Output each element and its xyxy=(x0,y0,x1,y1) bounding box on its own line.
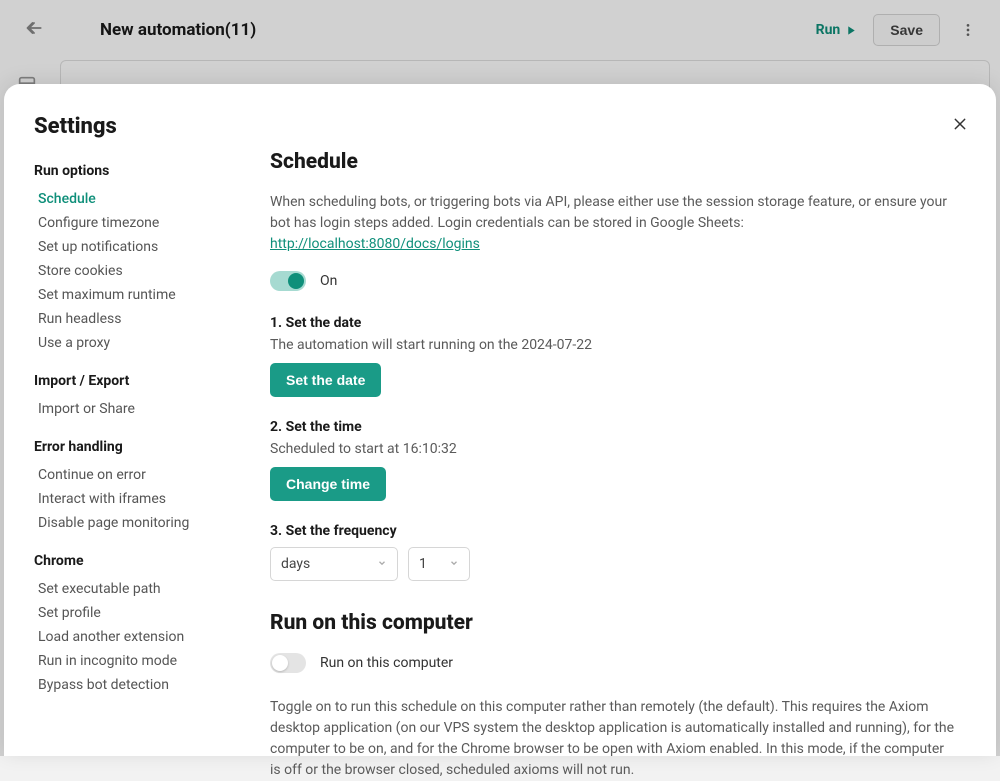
chevron-down-icon xyxy=(449,558,459,571)
run-computer-desc: Toggle on to run this schedule on this c… xyxy=(270,697,956,781)
sidebar-item-disable-page-monitoring[interactable]: Disable page monitoring xyxy=(34,511,266,535)
run-computer-toggle[interactable] xyxy=(270,653,306,673)
run-computer-title: Run on this computer xyxy=(270,611,956,635)
nav-section-error-handling: Error handling xyxy=(34,439,266,455)
sidebar-item-import-share[interactable]: Import or Share xyxy=(34,397,266,421)
nav-section-import-export: Import / Export xyxy=(34,373,266,389)
run-computer-toggle-label: Run on this computer xyxy=(320,655,453,671)
schedule-title: Schedule xyxy=(270,150,956,174)
change-time-button[interactable]: Change time xyxy=(270,467,386,501)
sidebar-item-store-cookies[interactable]: Store cookies xyxy=(34,259,266,283)
sidebar-item-continue-on-error[interactable]: Continue on error xyxy=(34,463,266,487)
step1-desc: The automation will start running on the… xyxy=(270,337,956,353)
sidebar-item-load-extension[interactable]: Load another extension xyxy=(34,625,266,649)
settings-title: Settings xyxy=(34,114,266,139)
schedule-desc-text: When scheduling bots, or triggering bots… xyxy=(270,194,947,231)
sidebar-item-bypass-detection[interactable]: Bypass bot detection xyxy=(34,673,266,697)
nav-section-chrome: Chrome xyxy=(34,553,266,569)
sidebar-item-run-headless[interactable]: Run headless xyxy=(34,307,266,331)
frequency-unit-select[interactable]: days xyxy=(270,547,398,581)
sidebar-item-max-runtime[interactable]: Set maximum runtime xyxy=(34,283,266,307)
close-icon[interactable] xyxy=(948,112,972,136)
step3-title: 3. Set the frequency xyxy=(270,523,956,539)
nav-section-run-options: Run options xyxy=(34,163,266,179)
sidebar-item-configure-timezone[interactable]: Configure timezone xyxy=(34,211,266,235)
chevron-down-icon xyxy=(377,558,387,571)
schedule-toggle-label: On xyxy=(320,273,337,289)
sidebar-item-use-proxy[interactable]: Use a proxy xyxy=(34,331,266,355)
frequency-value-select[interactable]: 1 xyxy=(408,547,470,581)
sidebar-item-incognito[interactable]: Run in incognito mode xyxy=(34,649,266,673)
frequency-unit-value: days xyxy=(281,556,310,572)
settings-modal: Settings Run options Schedule Configure … xyxy=(4,84,996,756)
settings-main: Schedule When scheduling bots, or trigge… xyxy=(266,114,956,726)
sidebar-item-interact-iframes[interactable]: Interact with iframes xyxy=(34,487,266,511)
sidebar-item-set-profile[interactable]: Set profile xyxy=(34,601,266,625)
frequency-value: 1 xyxy=(419,556,427,572)
docs-logins-link[interactable]: http://localhost:8080/docs/logins xyxy=(270,236,480,252)
step1-title: 1. Set the date xyxy=(270,315,956,331)
schedule-toggle[interactable] xyxy=(270,271,306,291)
step2-desc: Scheduled to start at 16:10:32 xyxy=(270,441,956,457)
settings-sidebar: Settings Run options Schedule Configure … xyxy=(34,114,266,726)
sidebar-item-schedule[interactable]: Schedule xyxy=(34,187,266,211)
step2-title: 2. Set the time xyxy=(270,419,956,435)
schedule-description: When scheduling bots, or triggering bots… xyxy=(270,192,956,255)
sidebar-item-notifications[interactable]: Set up notifications xyxy=(34,235,266,259)
sidebar-item-executable-path[interactable]: Set executable path xyxy=(34,577,266,601)
set-date-button[interactable]: Set the date xyxy=(270,363,381,397)
